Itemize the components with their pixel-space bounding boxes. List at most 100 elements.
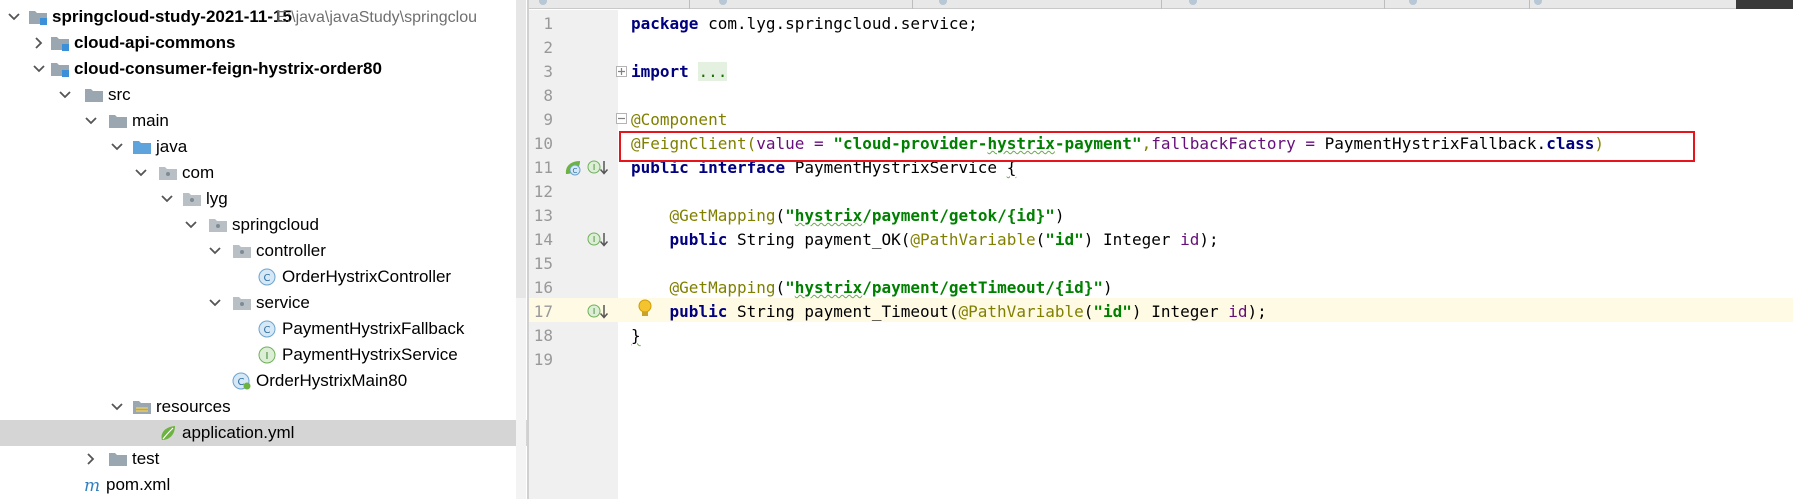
- tree-item-resources[interactable]: resources: [0, 394, 528, 420]
- file-tab-icon: [939, 0, 947, 5]
- tree-item-label: PaymentHystrixFallback: [282, 319, 465, 338]
- chevron-down-icon[interactable]: [56, 85, 74, 105]
- svg-text:I: I: [593, 307, 595, 316]
- code-line-13[interactable]: @GetMapping("hystrix/payment/getok/{id}"…: [631, 204, 1065, 228]
- tree-scrollbar[interactable]: [516, 0, 526, 298]
- implemented-down-arrow-icon[interactable]: I: [587, 230, 609, 250]
- keyword: class: [1546, 134, 1595, 153]
- code-line-3[interactable]: import ...: [631, 60, 728, 84]
- tree-item-label: com: [182, 163, 215, 182]
- string-literal-typo: hystrix: [987, 134, 1055, 153]
- string-literal: "id": [1045, 230, 1084, 249]
- folder-icon: [84, 86, 104, 104]
- tree-item-label: src: [108, 85, 131, 104]
- code-editor[interactable]: [618, 10, 1793, 499]
- module-folder-icon: [50, 60, 70, 78]
- tree-item-label: resources: [156, 397, 231, 416]
- tree-item-payment-hystrix-service[interactable]: I PaymentHystrixService: [0, 342, 528, 368]
- file-tab-icon: [1534, 0, 1542, 5]
- project-tree[interactable]: springcloud-study-2021-11-15 E:\java\jav…: [0, 0, 528, 499]
- tree-item-order-hystrix-controller[interactable]: C OrderHystrixController: [0, 264, 528, 290]
- tree-item-label: OrderHystrixMain80: [256, 371, 408, 390]
- chevron-down-icon[interactable]: [82, 111, 100, 131]
- paren: ): [1083, 230, 1094, 249]
- tree-root[interactable]: springcloud-study-2021-11-15 E:\java\jav…: [0, 4, 528, 30]
- code-line-10[interactable]: @FeignClient(value = "cloud-provider-hys…: [631, 132, 1604, 156]
- tree-item-order-hystrix-main80[interactable]: C OrderHystrixMain80: [0, 368, 528, 394]
- folder-icon: [108, 112, 128, 130]
- code-line-11[interactable]: public interface PaymentHystrixService {: [631, 156, 1016, 180]
- chevron-right-icon[interactable]: [30, 33, 48, 53]
- keyword: package: [631, 14, 699, 33]
- implemented-down-arrow-icon[interactable]: I: [587, 302, 609, 322]
- chevron-down-icon[interactable]: [132, 163, 150, 183]
- tree-item-pom-xml[interactable]: m pom.xml: [0, 472, 528, 498]
- line-number: 9: [543, 110, 553, 129]
- chevron-down-icon[interactable]: [5, 7, 23, 27]
- tree-item-com[interactable]: com: [0, 160, 528, 186]
- chevron-down-icon[interactable]: [158, 189, 176, 209]
- tree-item-label: controller: [256, 241, 326, 260]
- chevron-down-icon[interactable]: [108, 397, 126, 417]
- file-tab-icon: [719, 0, 727, 5]
- tree-item-controller[interactable]: controller: [0, 238, 528, 264]
- method-signature: String payment_OK(: [727, 230, 911, 249]
- spring-config-icon: [158, 424, 178, 442]
- tree-item-cloud-api-commons[interactable]: cloud-api-commons: [0, 30, 528, 56]
- svg-text:m: m: [84, 476, 100, 494]
- code-line-9[interactable]: @Component: [631, 108, 727, 132]
- string-literal: ": [785, 206, 795, 225]
- tree-item-lyg[interactable]: lyg: [0, 186, 528, 212]
- tree-item-label: OrderHystrixController: [282, 267, 452, 286]
- line-number: 14: [533, 230, 553, 249]
- string-literal: "cloud-provider-: [833, 134, 988, 153]
- window-edge: [1736, 0, 1793, 9]
- svg-text:C: C: [264, 325, 271, 336]
- collapse-fold-icon[interactable]: [616, 113, 627, 124]
- tree-item-main[interactable]: main: [0, 108, 528, 134]
- string-literal-typo: hystrix: [794, 206, 863, 225]
- annotation: @Component: [631, 110, 728, 129]
- resources-folder-icon: [132, 398, 152, 416]
- tree-item-test[interactable]: test: [0, 446, 528, 472]
- tree-item-payment-hystrix-fallback[interactable]: C PaymentHystrixFallback: [0, 316, 528, 342]
- spring-bean-gutter-icon[interactable]: C: [563, 158, 583, 178]
- tree-item-java[interactable]: java: [0, 134, 528, 160]
- implemented-down-arrow-icon[interactable]: I: [587, 158, 609, 178]
- expand-fold-icon[interactable]: [616, 66, 627, 77]
- tree-item-service[interactable]: service: [0, 290, 528, 316]
- folded-imports[interactable]: ...: [698, 62, 728, 81]
- tree-item-cloud-consumer-feign-hystrix-order80[interactable]: cloud-consumer-feign-hystrix-order80: [0, 56, 528, 82]
- editor-tab-strip[interactable]: [529, 0, 1793, 9]
- code-line-14[interactable]: public String payment_OK(@PathVariable("…: [631, 228, 1219, 252]
- code-line-1[interactable]: package com.lyg.springcloud.service;: [631, 12, 978, 36]
- chevron-down-icon[interactable]: [206, 293, 224, 313]
- chevron-down-icon[interactable]: [182, 215, 200, 235]
- tree-item-label: cloud-api-commons: [74, 33, 236, 52]
- chevron-down-icon[interactable]: [30, 59, 48, 79]
- line-number: 8: [543, 86, 553, 105]
- tree-item-application-yml[interactable]: application.yml: [0, 420, 528, 446]
- tree-item-label: lyg: [206, 189, 228, 208]
- class-reference: PaymentHystrixFallback.: [1324, 134, 1547, 153]
- chevron-down-icon[interactable]: [206, 241, 224, 261]
- keyword: import: [631, 62, 689, 81]
- chevron-down-icon[interactable]: [108, 137, 126, 157]
- keyword: public interface: [631, 158, 786, 177]
- tree-root-path: E:\java\javaStudy\springclou: [276, 9, 477, 26]
- tree-item-src[interactable]: src: [0, 82, 528, 108]
- code-line-16[interactable]: @GetMapping("hystrix/payment/getTimeout/…: [631, 276, 1113, 300]
- code-line-17[interactable]: public String payment_Timeout(@PathVaria…: [631, 300, 1267, 324]
- chevron-right-icon[interactable]: [82, 449, 100, 469]
- file-tab-icon: [1189, 0, 1197, 5]
- code-line-18[interactable]: }: [631, 324, 641, 348]
- interface-icon: I: [258, 346, 278, 364]
- package-icon: [232, 242, 252, 260]
- tree-item-springcloud[interactable]: springcloud: [0, 212, 528, 238]
- annotation: @PathVariable: [910, 230, 1036, 249]
- string-literal: /payment/getTimeout/{id}": [862, 278, 1104, 297]
- file-tab-icon: [539, 0, 547, 5]
- tree-scrollbar-track: [516, 298, 526, 499]
